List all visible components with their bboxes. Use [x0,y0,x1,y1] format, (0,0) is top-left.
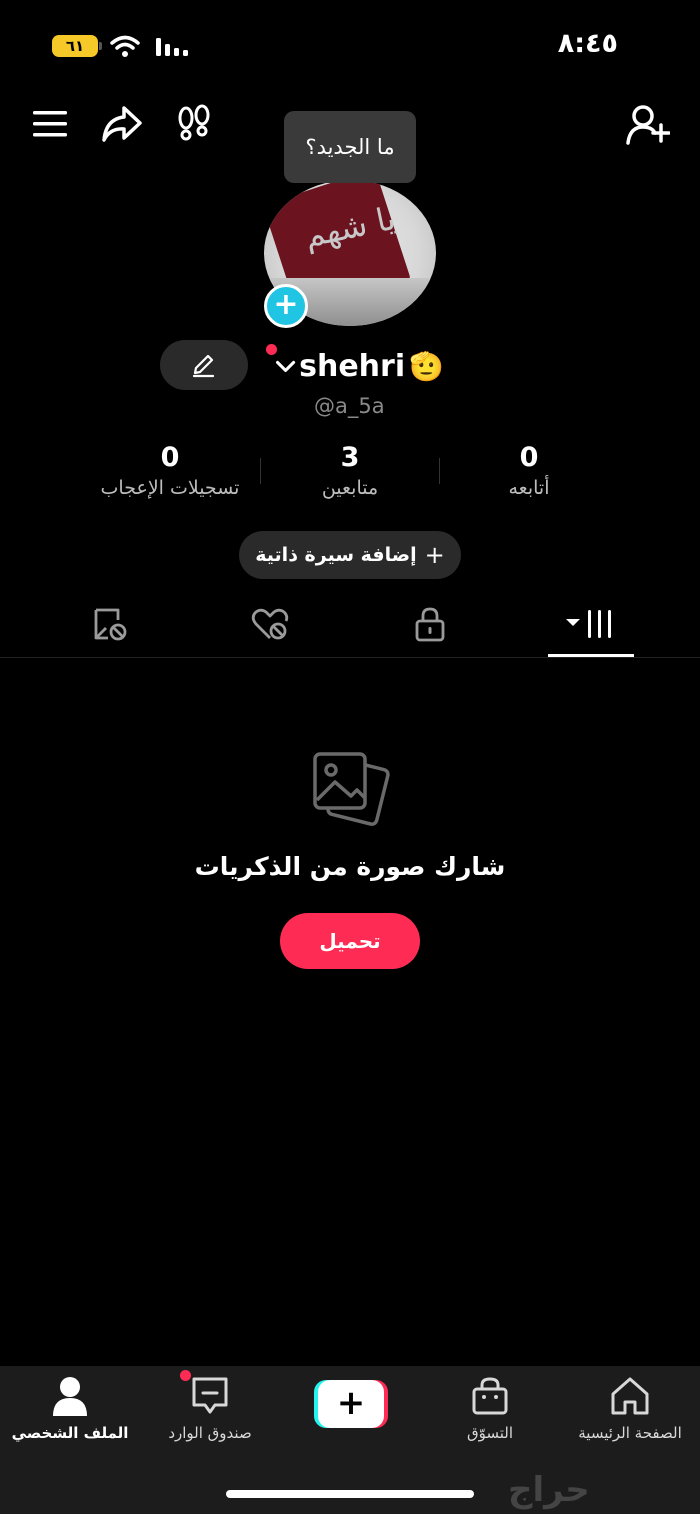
tab-liked[interactable] [244,600,296,648]
home-icon [611,1377,649,1415]
inbox-notification-dot [180,1370,191,1381]
wifi-icon [110,35,140,57]
heart-hidden-icon [251,608,289,640]
signal-icon [156,38,188,56]
name-row[interactable]: shehri 🫡 [264,344,444,388]
stat-label: تسجيلات الإعجاب [100,477,240,499]
create-icon: + [318,1380,384,1428]
add-bio-label: إضافة سيرة ذاتية [255,544,417,566]
avatar[interactable]: يا شهم + [264,180,436,330]
nav-profile[interactable]: الملف الشخصي [0,1374,140,1442]
nav-label: الصفحة الرئيسية [578,1424,682,1442]
salute-emoji: 🫡 [409,349,444,383]
watermark: حراج [508,1470,590,1510]
nav-shop[interactable]: التسوّق [420,1374,560,1442]
nav-inbox[interactable]: صندوق الوارد [140,1370,280,1442]
nav-label: التسوّق [466,1424,514,1442]
empty-state-text: شارك صورة من الذكريات [194,852,506,881]
chevron-down-icon [276,360,296,373]
add-user-icon [626,105,670,145]
account-notification-dot [266,344,277,355]
bottom-nav: الملف الشخصي صندوق الوارد + التسوّق الصف… [0,1366,700,1514]
nav-label: صندوق الوارد [168,1424,252,1442]
add-friend-button[interactable] [624,100,672,148]
tab-reposts[interactable] [84,600,136,648]
whats-new-tooltip[interactable]: ما الجديد؟ [284,111,416,183]
username: @a_5a [314,394,385,418]
menu-icon [33,111,67,137]
tab-divider [0,657,700,658]
create-button[interactable]: + [314,1380,388,1428]
shopping-bag-icon [472,1377,508,1415]
upload-button[interactable]: تحميل [280,913,420,969]
stat-label: متابعين [321,477,379,499]
stat-value: 0 [160,442,180,473]
profile-icon [53,1377,87,1416]
photo-memories-icon [313,752,390,826]
share-icon [102,106,142,142]
lock-icon [415,607,445,642]
battery-icon: ٦١ [52,35,102,57]
tab-videos[interactable] [562,600,622,648]
battery-level: ٦١ [65,37,85,55]
home-indicator[interactable] [226,1490,474,1498]
status-time: ٨:٤٥ [557,28,618,59]
share-button[interactable] [98,100,146,148]
tab-private[interactable] [404,600,456,648]
stat-followers[interactable]: 3 متابعين [260,442,440,499]
stat-following[interactable]: 0 أتابعه [439,442,619,499]
footprints-icon [178,104,210,141]
menu-button[interactable] [26,100,74,148]
edit-profile-button[interactable] [160,340,248,390]
nav-label: الملف الشخصي [11,1424,129,1442]
footprints-button[interactable] [170,100,218,148]
inbox-icon [192,1377,228,1414]
pencil-icon [192,354,215,378]
nav-home[interactable]: الصفحة الرئيسية [560,1374,700,1442]
repost-hidden-icon [94,608,127,641]
display-name: shehri [299,348,406,384]
add-avatar-button[interactable]: + [264,284,308,328]
plus-icon: + [424,541,445,569]
grid-dropdown-icon [566,610,611,638]
stat-label: أتابعه [508,477,550,499]
add-bio-button[interactable]: إضافة سيرة ذاتية + [239,531,461,579]
stat-divider [260,458,261,484]
stat-likes[interactable]: 0 تسجيلات الإعجاب [80,442,260,499]
stat-value: 3 [340,442,360,473]
stat-value: 0 [519,442,539,473]
